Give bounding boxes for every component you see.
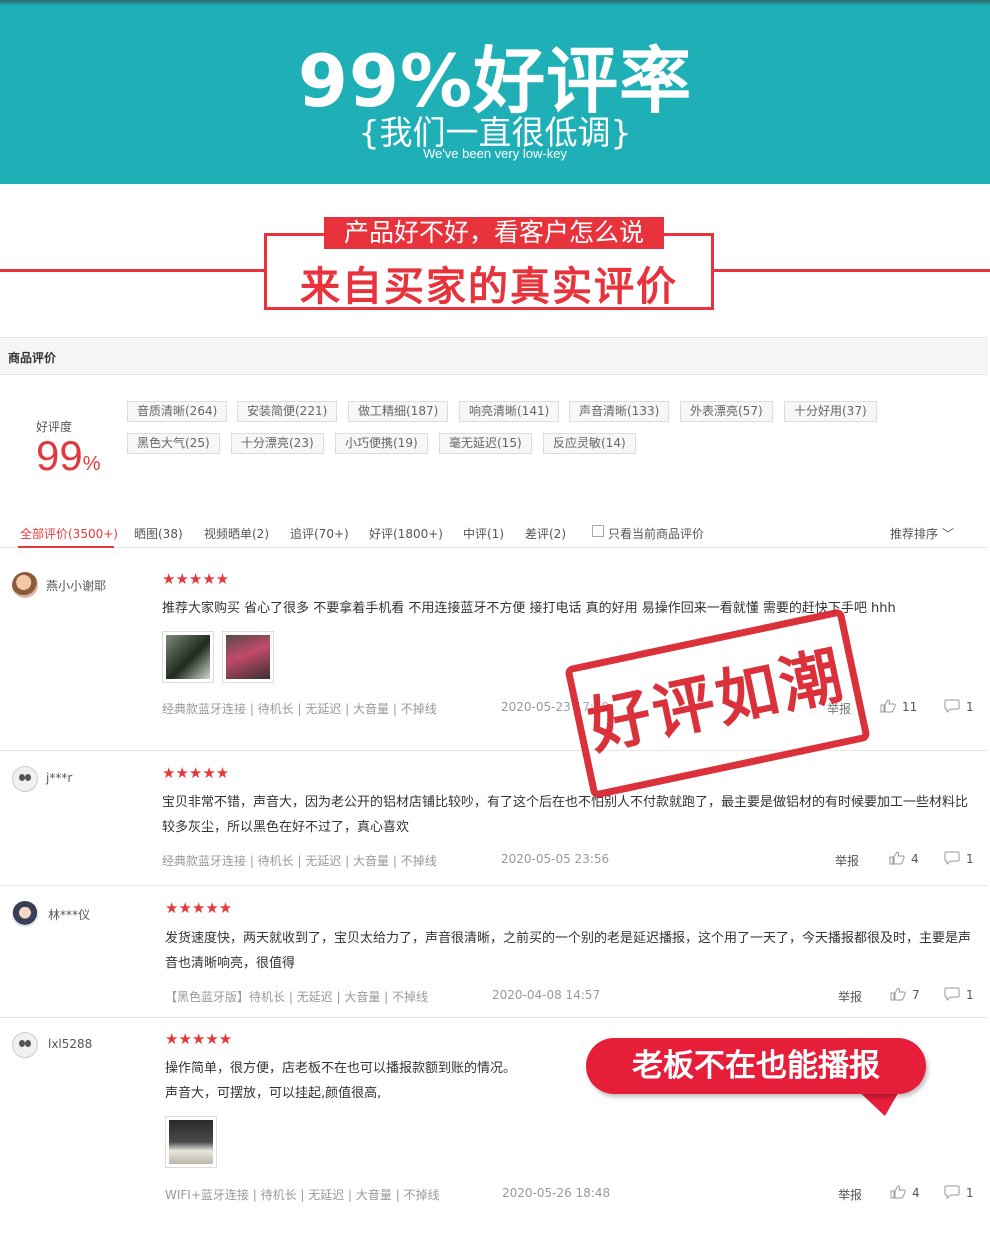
banner-subtitle-en: We've been very low-key — [423, 146, 567, 161]
like-count: 11 — [902, 700, 918, 714]
thumbs-up-icon — [889, 851, 905, 865]
report-link[interactable]: 举报 — [838, 988, 862, 1005]
rating-value: 99% — [36, 432, 101, 480]
tag-chip[interactable]: 做工精细(187) — [348, 401, 449, 422]
comment-button[interactable]: 1 — [944, 851, 974, 866]
report-link[interactable]: 举报 — [838, 1186, 862, 1203]
thumbs-up-icon — [890, 987, 906, 1001]
chevron-down-icon: ﹀ — [938, 527, 954, 541]
heading-title: 来自买家的真实评价 — [300, 264, 678, 310]
comment-icon — [944, 851, 960, 865]
review-photo-thumbnail[interactable] — [165, 1116, 217, 1168]
reviews-panel-title: 商品评价 — [8, 351, 57, 365]
comment-button[interactable]: 1 — [944, 699, 974, 714]
review-date: 2020-04-08 14:57 — [492, 988, 601, 1002]
filter-negative[interactable]: 差评(2) — [525, 525, 566, 542]
tag-chip[interactable]: 反应灵敏(14) — [543, 433, 636, 454]
review-text: 推荐大家购买 省心了很多 不要拿着手机看 不用连接蓝牙不方便 接打电话 真的好用… — [162, 601, 896, 616]
star-rating: ★★★★★ — [165, 1030, 233, 1048]
filter-videos[interactable]: 视频晒单(2) — [204, 525, 269, 542]
comment-count: 1 — [966, 988, 974, 1002]
tag-chip[interactable]: 十分漂亮(23) — [231, 433, 324, 454]
filter-all[interactable]: 全部评价(3500+) — [20, 525, 118, 542]
tag-chip[interactable]: 十分好用(37) — [784, 401, 877, 422]
tag-chip[interactable]: 外表漂亮(57) — [680, 401, 773, 422]
like-button[interactable]: 4 — [889, 851, 919, 866]
sort-label: 推荐排序 — [890, 527, 939, 541]
rating-unit: % — [82, 453, 101, 475]
star-rating: ★★★★★ — [162, 570, 230, 588]
review-date: 2020-05-26 18:48 — [502, 1186, 611, 1200]
like-count: 4 — [912, 1186, 920, 1200]
tag-chip[interactable]: 黑色大气(25) — [127, 433, 220, 454]
filter-neutral[interactable]: 中评(1) — [463, 525, 504, 542]
heading-line-left — [0, 269, 266, 272]
tag-chip[interactable]: 毫无延迟(15) — [439, 433, 532, 454]
top-banner: 99%好评率 {我们一直很低调} We've been very low-key — [0, 0, 990, 184]
comment-icon — [944, 987, 960, 1001]
comment-icon — [944, 1185, 960, 1199]
thumbs-up-icon — [890, 1185, 906, 1199]
review-item: j***r ★★★★★ 宝贝非常不错，声音大，因为老公开的铝材店铺比较吵，有了这… — [0, 751, 988, 886]
tag-chip[interactable]: 音质清晰(264) — [127, 401, 228, 422]
like-button[interactable]: 4 — [890, 1185, 920, 1200]
review-product-spec: 经典款蓝牙连接 | 待机长 | 无延迟 | 大音量 | 不掉线 — [162, 702, 437, 716]
tag-chip[interactable]: 声音清晰(133) — [569, 401, 670, 422]
heading-tagline: 产品好不好，看客户怎么说 — [324, 217, 664, 249]
review-username: 燕小小谢耶 — [46, 579, 107, 593]
review-product-spec: 经典款蓝牙连接 | 待机长 | 无延迟 | 大音量 | 不掉线 — [162, 854, 437, 868]
tag-chip[interactable]: 安装简便(221) — [237, 401, 338, 422]
like-button[interactable]: 7 — [890, 987, 920, 1002]
star-rating: ★★★★★ — [165, 899, 233, 917]
rating-number: 99 — [36, 432, 83, 479]
review-username: 林***仪 — [48, 908, 91, 922]
avatar — [12, 766, 38, 792]
like-count: 4 — [911, 852, 919, 866]
reviews-panel-header: 商品评价 — [0, 337, 988, 375]
review-text: 发货速度快，两天就收到了，宝贝太给力了，声音很清晰，之前买的一个别的老是延迟播报… — [165, 931, 972, 971]
comment-count: 1 — [966, 1186, 974, 1200]
comment-count: 1 — [966, 852, 974, 866]
like-count: 7 — [912, 988, 920, 1002]
only-current-label: 只看当前商品评价 — [608, 527, 705, 541]
filter-followup[interactable]: 追评(70+) — [290, 525, 349, 542]
speech-bubble: 老板不在也能播报 — [586, 1038, 926, 1094]
review-product-spec: WIFI+蓝牙连接 | 待机长 | 无延迟 | 大音量 | 不掉线 — [165, 1188, 440, 1202]
like-button[interactable]: 11 — [880, 699, 917, 714]
report-link[interactable]: 举报 — [835, 852, 859, 869]
avatar — [12, 901, 38, 927]
star-rating: ★★★★★ — [162, 764, 230, 782]
filter-positive[interactable]: 好评(1800+) — [369, 525, 443, 542]
banner-top-shadow — [0, 0, 990, 6]
thumbs-up-icon — [880, 699, 896, 713]
sort-dropdown[interactable]: 推荐排序 ﹀ — [890, 525, 954, 542]
comment-icon — [944, 699, 960, 713]
avatar — [12, 1032, 38, 1058]
active-filter-underline — [18, 546, 114, 548]
review-item: 林***仪 ★★★★★ 发货速度快，两天就收到了，宝贝太给力了，声音很清晰，之前… — [0, 886, 988, 1018]
review-photo-thumbnail[interactable] — [222, 631, 274, 683]
review-product-spec: 【黑色蓝牙版】待机长 | 无延迟 | 大音量 | 不掉线 — [165, 990, 429, 1004]
review-username: lxl5288 — [48, 1037, 93, 1051]
review-filter-bar: 全部评价(3500+) 晒图(38) 视频晒单(2) 追评(70+) 好评(18… — [0, 514, 988, 548]
tag-chip[interactable]: 响亮清晰(141) — [459, 401, 560, 422]
only-current-checkbox[interactable] — [592, 525, 604, 537]
review-text: 宝贝非常不错，声音大，因为老公开的铝材店铺比较吵，有了这个后在也不怕别人不付款就… — [162, 795, 969, 835]
review-username: j***r — [46, 771, 73, 785]
review-photo-thumbnail[interactable] — [162, 631, 214, 683]
comment-button[interactable]: 1 — [944, 987, 974, 1002]
heading-line-right — [712, 269, 990, 272]
review-date: 2020-05-05 23:56 — [501, 852, 610, 866]
filter-photos[interactable]: 晒图(38) — [134, 525, 183, 542]
comment-count: 1 — [966, 700, 974, 714]
comment-button[interactable]: 1 — [944, 1185, 974, 1200]
avatar — [12, 572, 38, 598]
tag-chip[interactable]: 小巧便携(19) — [335, 433, 428, 454]
